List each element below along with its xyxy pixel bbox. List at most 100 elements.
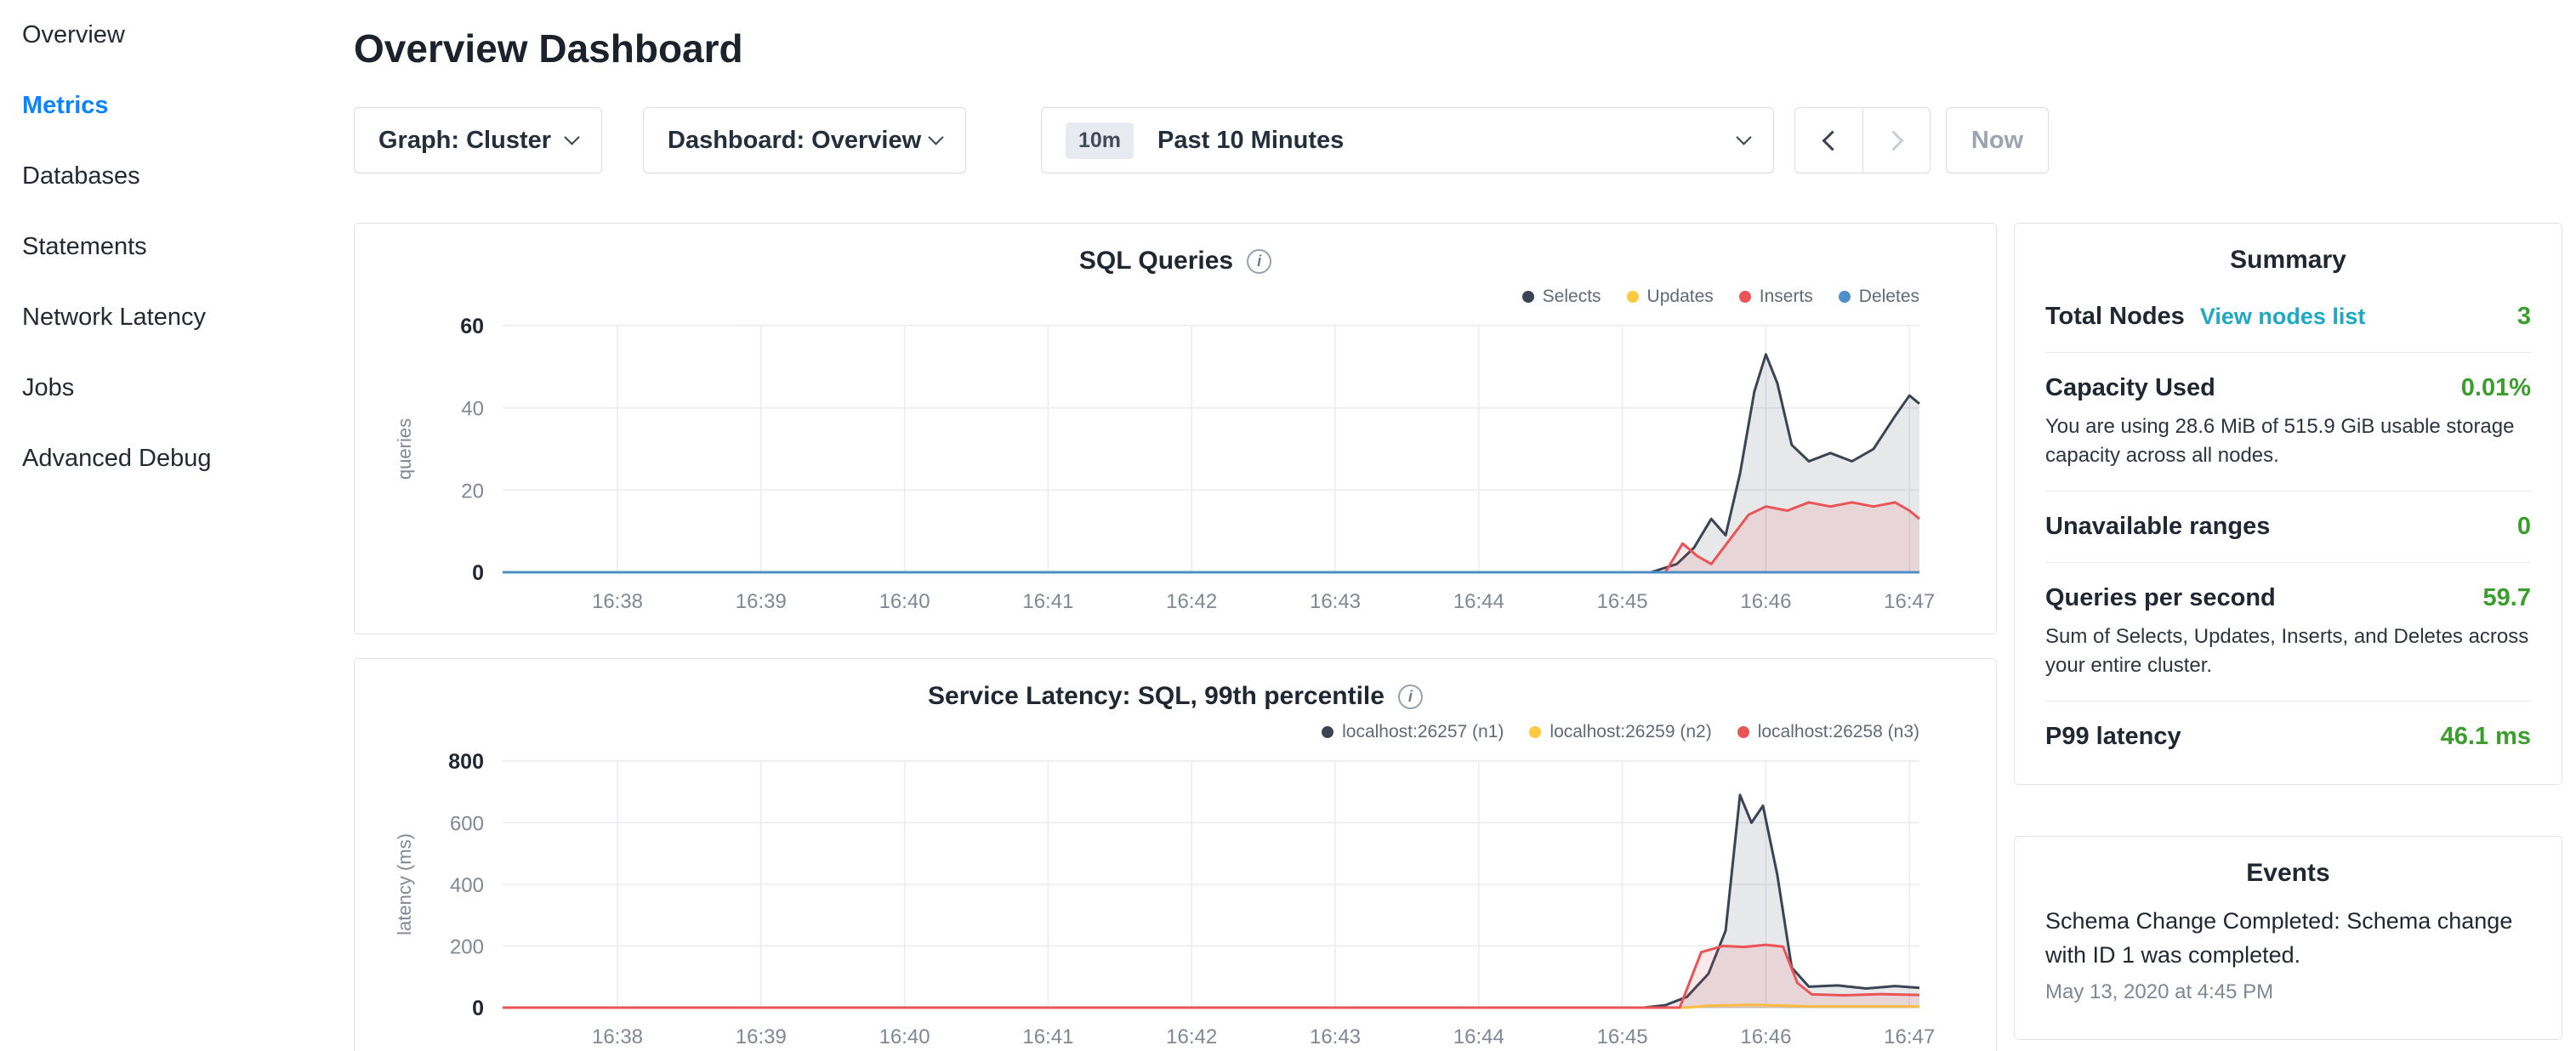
sidebar-item-label: Databases [22, 162, 140, 190]
svg-text:16:46: 16:46 [1740, 1025, 1791, 1048]
summary-row-capacity-used: Capacity Used 0.01% You are using 28.6 M… [2045, 353, 2531, 491]
service-latency-chart-panel: Service Latency: SQL, 99th percentile i … [354, 658, 1997, 1051]
chevron-down-icon [564, 129, 579, 145]
sidebar-item-label: Metrics [22, 92, 109, 120]
sidebar-item-statements[interactable]: Statements [22, 212, 340, 282]
svg-text:16:40: 16:40 [879, 1025, 930, 1048]
events-panel: Events Schema Change Completed: Schema c… [2014, 836, 2562, 1040]
summary-label: Capacity Used [2045, 374, 2215, 402]
chart-legend: Selects Updates Inserts Deletes [375, 281, 1976, 312]
time-window-label: Past 10 Minutes [1157, 127, 1344, 155]
events-title: Events [2045, 859, 2531, 888]
legend-label: Inserts [1760, 287, 1813, 307]
event-list-item[interactable]: Schema Change Completed: Schema change w… [2045, 905, 2531, 1003]
info-icon[interactable]: i [1398, 685, 1423, 709]
sidebar-item-network-latency[interactable]: Network Latency [22, 282, 340, 353]
chart-plot[interactable]: 16:3816:3916:4016:4116:4216:4316:4416:45… [375, 747, 1976, 1051]
svg-text:16:46: 16:46 [1740, 590, 1791, 613]
sidebar-item-overview[interactable]: Overview [22, 0, 340, 71]
now-button[interactable]: Now [1946, 107, 2049, 173]
time-window-badge: 10m [1066, 122, 1134, 159]
graph-scope-label: Graph: Cluster [378, 127, 551, 155]
legend-item[interactable]: Updates [1627, 287, 1714, 307]
time-window-dropdown[interactable]: 10m Past 10 Minutes [1041, 107, 1774, 173]
sidebar-item-jobs[interactable]: Jobs [22, 353, 340, 423]
svg-text:queries: queries [394, 418, 415, 480]
time-window-forward-button[interactable] [1862, 107, 1931, 173]
event-text: Schema Change Completed: Schema change w… [2045, 905, 2531, 971]
summary-row-unavailable-ranges: Unavailable ranges 0 [2045, 491, 2531, 563]
sidebar-item-label: Overview [22, 21, 125, 49]
legend-item[interactable]: localhost:26258 (n3) [1737, 722, 1919, 742]
legend-item[interactable]: Deletes [1839, 287, 1919, 307]
svg-text:16:43: 16:43 [1310, 1025, 1361, 1048]
chart-legend: localhost:26257 (n1) localhost:26259 (n2)… [375, 717, 1976, 747]
svg-text:16:41: 16:41 [1022, 1025, 1073, 1048]
chart-header: SQL Queries i [375, 241, 1976, 281]
sidebar-item-label: Statements [22, 233, 147, 261]
sidebar-item-databases[interactable]: Databases [22, 141, 340, 212]
svg-text:16:47: 16:47 [1884, 1025, 1935, 1048]
dashboard-dropdown[interactable]: Dashboard: Overview [643, 107, 966, 173]
sidebar-item-metrics[interactable]: Metrics [22, 71, 340, 141]
chart-plot[interactable]: 16:3816:3916:4016:4116:4216:4316:4416:45… [375, 312, 1976, 625]
legend-dot [1839, 291, 1851, 303]
summary-row-p99-latency: P99 latency 46.1 ms [2045, 702, 2531, 772]
time-window-pager [1794, 107, 1931, 173]
summary-value: 0.01% [2461, 374, 2531, 402]
legend-item[interactable]: localhost:26259 (n2) [1529, 722, 1711, 742]
svg-text:16:42: 16:42 [1166, 590, 1217, 613]
sidebar-item-label: Network Latency [22, 304, 206, 332]
sidebar-item-advanced-debug[interactable]: Advanced Debug [22, 423, 340, 494]
legend-dot [1739, 291, 1751, 303]
svg-text:60: 60 [460, 315, 484, 338]
svg-text:40: 40 [461, 398, 484, 421]
graph-scope-dropdown[interactable]: Graph: Cluster [354, 107, 602, 173]
svg-text:16:38: 16:38 [592, 1025, 643, 1048]
legend-dot [1627, 291, 1639, 303]
summary-value: 3 [2517, 303, 2531, 331]
svg-text:0: 0 [472, 997, 484, 1020]
legend-label: localhost:26258 (n3) [1758, 722, 1919, 742]
summary-value: 0 [2517, 513, 2531, 541]
summary-label: P99 latency [2045, 723, 2181, 751]
svg-text:20: 20 [461, 480, 484, 503]
time-window-back-button[interactable] [1794, 107, 1862, 173]
legend-dot [1529, 726, 1541, 738]
svg-text:16:41: 16:41 [1022, 590, 1073, 613]
summary-label: Queries per second [2045, 584, 2276, 612]
legend-label: Deletes [1859, 287, 1919, 307]
sql-queries-chart-panel: SQL Queries i Selects Updates Inserts Delet… [354, 223, 1997, 634]
svg-text:latency (ms): latency (ms) [394, 833, 415, 935]
legend-label: localhost:26259 (n2) [1550, 722, 1711, 742]
view-nodes-list-link[interactable]: View nodes list [2200, 304, 2366, 330]
svg-text:16:39: 16:39 [736, 590, 787, 613]
legend-item[interactable]: localhost:26257 (n1) [1322, 722, 1504, 742]
sidebar-item-label: Advanced Debug [22, 445, 212, 473]
summary-description: Sum of Selects, Updates, Inserts, and De… [2045, 622, 2531, 679]
main-content: Overview Dashboard Graph: Cluster Dashbo… [340, 0, 2576, 1051]
chart-title: SQL Queries [1079, 247, 1233, 276]
legend-dot [1522, 291, 1534, 303]
svg-text:600: 600 [450, 813, 484, 836]
dashboard-label: Dashboard: Overview [668, 127, 921, 155]
summary-label: Total Nodes [2045, 303, 2185, 331]
info-icon[interactable]: i [1247, 249, 1271, 274]
toolbar: Graph: Cluster Dashboard: Overview 10m P… [354, 107, 2562, 173]
legend-dot [1322, 726, 1333, 738]
legend-item[interactable]: Selects [1522, 287, 1601, 307]
charts-column: SQL Queries i Selects Updates Inserts Delet… [354, 223, 1997, 1051]
event-timestamp: May 13, 2020 at 4:45 PM [2045, 980, 2531, 1004]
svg-text:16:43: 16:43 [1310, 590, 1361, 613]
legend-label: Updates [1647, 287, 1714, 307]
legend-item[interactable]: Inserts [1739, 287, 1813, 307]
svg-text:16:38: 16:38 [592, 590, 643, 613]
now-button-label: Now [1971, 127, 2023, 155]
legend-dot [1737, 726, 1749, 738]
svg-text:16:45: 16:45 [1597, 1025, 1648, 1048]
left-navigation: Overview Metrics Databases Statements Ne… [0, 0, 340, 1051]
svg-text:16:42: 16:42 [1166, 1025, 1217, 1048]
svg-text:400: 400 [450, 874, 484, 897]
right-sidebar: Summary Total Nodes View nodes list 3 Ca… [2014, 223, 2562, 1051]
summary-title: Summary [2045, 246, 2531, 275]
